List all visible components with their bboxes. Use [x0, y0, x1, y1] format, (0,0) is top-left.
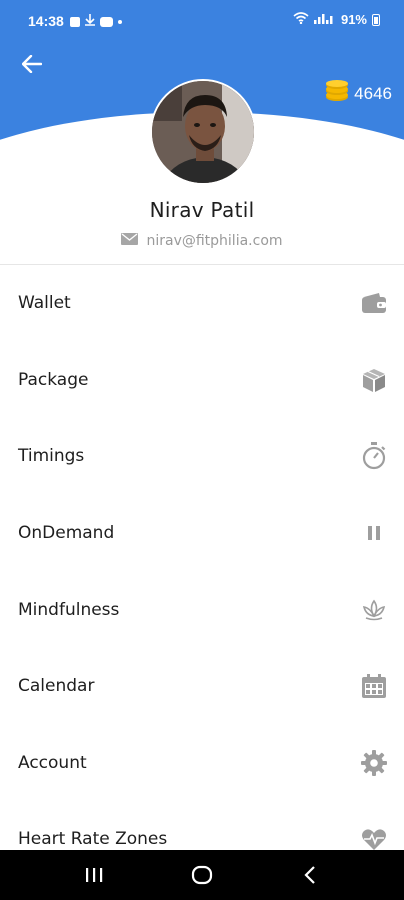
download-icon — [85, 14, 95, 30]
menu-item-label: Package — [18, 369, 89, 390]
menu-item-package[interactable]: Package — [0, 342, 404, 419]
menu-item-calendar[interactable]: Calendar — [0, 648, 404, 725]
menu-item-label: Account — [18, 752, 87, 773]
status-right: 91% — [293, 12, 380, 27]
avatar-photo — [152, 81, 254, 183]
wallet-icon — [360, 289, 388, 317]
menu-item-account[interactable]: Account — [0, 725, 404, 802]
menu-item-timings[interactable]: Timings — [0, 418, 404, 495]
coin-count: 4646 — [354, 83, 392, 103]
recents-icon — [86, 868, 103, 882]
pause-icon — [360, 519, 388, 547]
profile-menu: Wallet Package Timings OnDemand Mindfuln… — [0, 265, 404, 878]
battery-icon — [372, 13, 380, 26]
menu-item-ondemand[interactable]: OnDemand — [0, 495, 404, 572]
gear-icon — [360, 749, 388, 777]
wifi-icon — [293, 12, 309, 27]
coin-balance[interactable]: 4646 — [324, 80, 392, 107]
email-text: nirav@fitphilia.com — [146, 233, 283, 249]
menu-item-label: Wallet — [18, 293, 71, 314]
status-time: 14:38 — [28, 13, 64, 29]
menu-item-mindfulness[interactable]: Mindfulness — [0, 571, 404, 648]
system-back-button[interactable] — [286, 855, 334, 895]
menu-item-label: OnDemand — [18, 523, 115, 544]
arrow-left-icon — [22, 55, 42, 73]
menu-item-label: Timings — [18, 446, 85, 467]
recents-button[interactable] — [70, 855, 118, 895]
home-button[interactable] — [178, 855, 226, 895]
profile-email-row: nirav@fitphilia.com — [0, 233, 404, 249]
gallery-icon — [70, 17, 80, 27]
menu-item-wallet[interactable]: Wallet — [0, 265, 404, 342]
status-notification-icons — [70, 14, 122, 30]
mail-icon — [121, 233, 139, 249]
system-nav-bar — [0, 850, 404, 900]
menu-item-label: Calendar — [18, 676, 95, 697]
status-bar: 14:38 91% — [0, 0, 404, 44]
battery-percent: 91% — [340, 12, 367, 27]
signal-icon — [313, 12, 336, 27]
coins-icon — [324, 80, 350, 107]
box-icon — [360, 366, 388, 394]
profile-name: Nirav Patil — [149, 198, 255, 222]
back-chevron-icon — [304, 866, 315, 884]
stopwatch-icon — [360, 442, 388, 470]
menu-item-label: Heart Rate Zones — [18, 829, 168, 850]
more-notifications-dot — [118, 20, 122, 24]
calendar-icon — [360, 672, 388, 700]
avatar[interactable] — [150, 79, 256, 185]
back-button[interactable] — [16, 50, 48, 78]
lotus-icon — [360, 596, 388, 624]
youtube-icon — [100, 17, 113, 27]
menu-item-label: Mindfulness — [18, 599, 120, 620]
home-icon — [191, 865, 213, 885]
